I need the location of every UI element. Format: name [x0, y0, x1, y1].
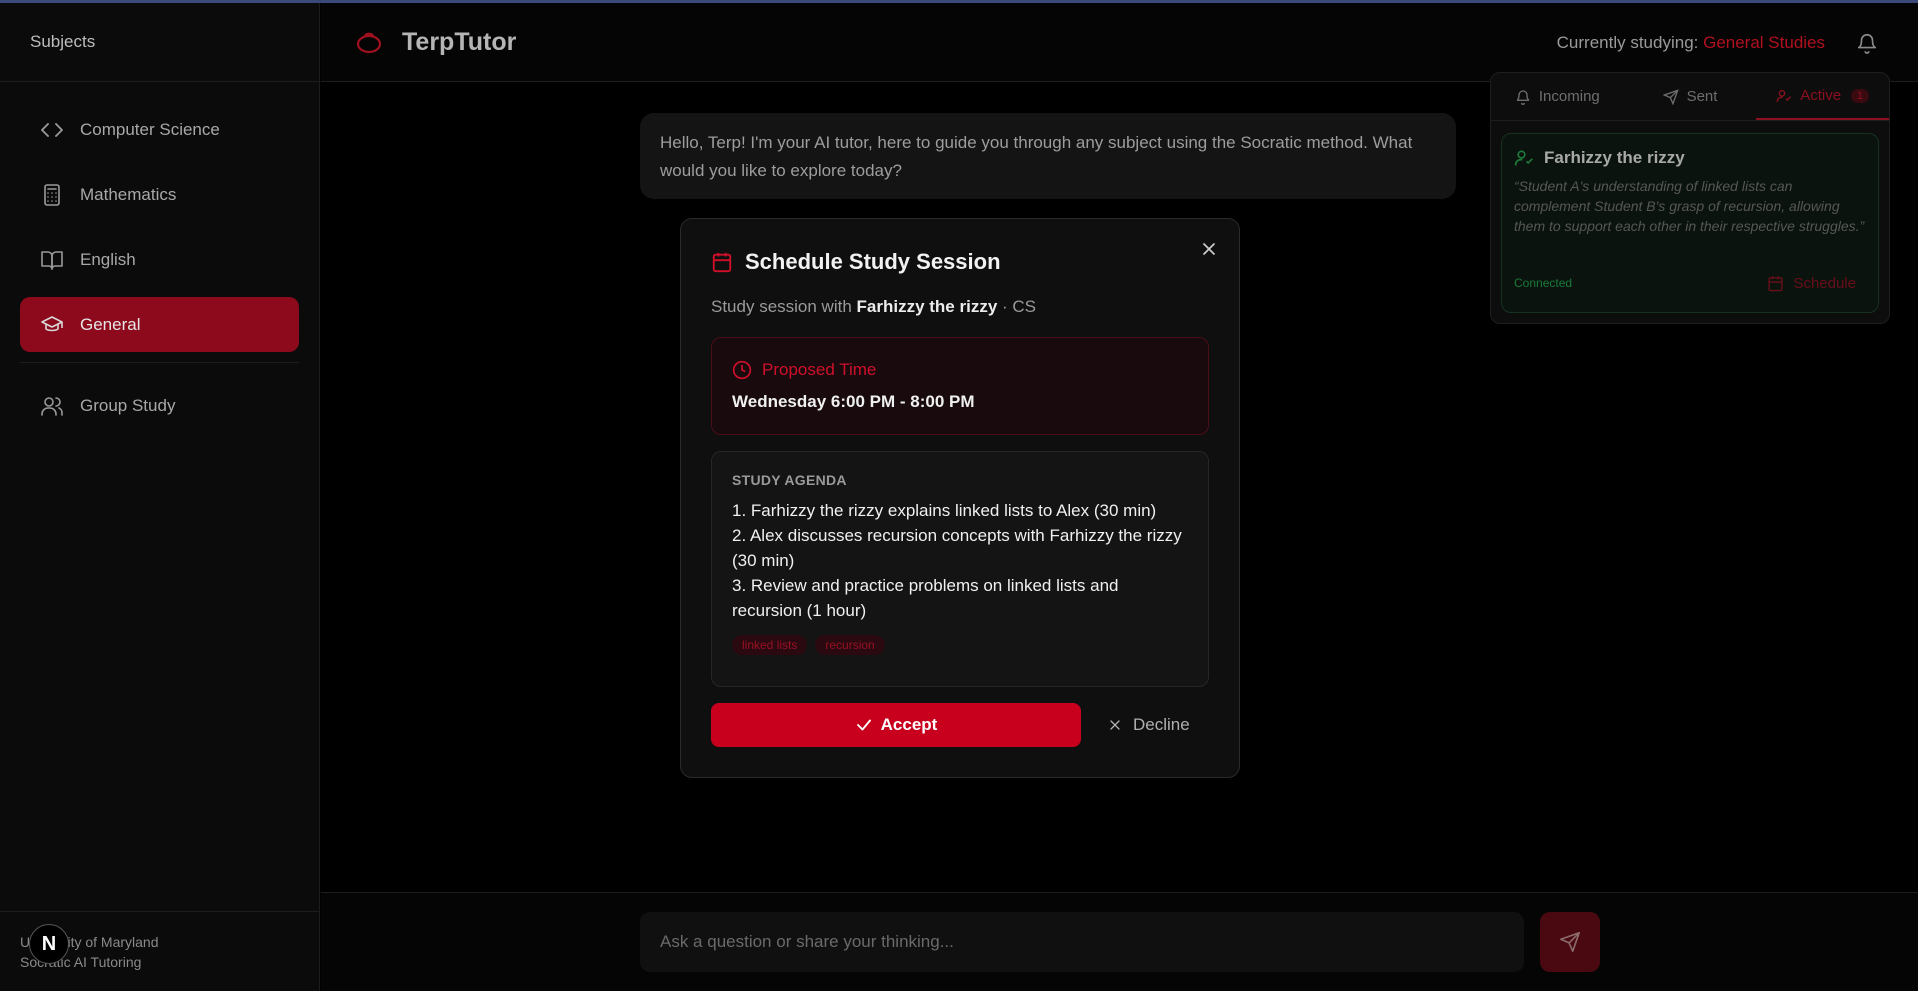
agenda-list: 1. Farhizzy the rizzy explains linked li… — [732, 498, 1188, 623]
agenda-item: 1. Farhizzy the rizzy explains linked li… — [732, 501, 1157, 520]
proposed-time-value: Wednesday 6:00 PM - 8:00 PM — [732, 392, 975, 411]
logo-icon — [354, 27, 384, 57]
tab-active[interactable]: Active 1 — [1756, 73, 1890, 120]
decline-button[interactable]: Decline — [1107, 715, 1190, 735]
close-icon[interactable] — [1199, 239, 1219, 259]
graduation-cap-icon — [40, 313, 64, 337]
topic-tag: recursion — [815, 635, 885, 655]
close-icon — [1107, 717, 1123, 733]
proposed-time-label-row: Proposed Time — [732, 360, 1188, 380]
study-agenda-box: STUDY AGENDA 1. Farhizzy the rizzy expla… — [711, 451, 1209, 687]
schedule-session-modal: Schedule Study Session Study session wit… — [680, 218, 1240, 778]
match-name: Farhizzy the rizzy — [1544, 148, 1685, 167]
subject-nav: Computer Science Mathematics English Gen… — [0, 82, 319, 433]
sidebar-item-group-study[interactable]: Group Study — [20, 378, 299, 433]
topic-tag: linked lists — [732, 635, 808, 655]
session-partner-line: Study session with Farhizzy the rizzy · … — [711, 297, 1209, 317]
calendar-icon — [711, 251, 733, 273]
sidebar: Subjects Computer Science Mathematics En… — [0, 3, 320, 991]
sidebar-item-label: English — [80, 249, 136, 269]
match-status: Connected — [1514, 276, 1573, 290]
user-check-icon — [1514, 148, 1534, 168]
match-card: Farhizzy the rizzy “Student A's understa… — [1501, 133, 1879, 313]
decline-label: Decline — [1133, 715, 1190, 734]
clock-icon — [732, 360, 752, 380]
proposed-time-label: Proposed Time — [762, 360, 877, 379]
send-button[interactable] — [1540, 912, 1600, 972]
chat-input[interactable] — [640, 912, 1524, 972]
sidebar-item-computer-science[interactable]: Computer Science — [20, 102, 299, 157]
book-icon — [40, 248, 64, 272]
modal-actions: Accept Decline — [711, 703, 1209, 747]
sidebar-item-mathematics[interactable]: Mathematics — [20, 167, 299, 222]
tab-label: Incoming — [1538, 88, 1600, 105]
tab-sent[interactable]: Sent — [1624, 73, 1757, 120]
agenda-item: 3. Review and practice problems on linke… — [732, 576, 1119, 620]
modal-title-row: Schedule Study Session — [711, 249, 1209, 275]
users-icon — [40, 394, 64, 418]
send-icon — [1559, 931, 1581, 953]
schedule-button[interactable]: Schedule — [1767, 275, 1856, 292]
partner-prefix: Study session with — [711, 297, 857, 316]
tab-label: Active — [1800, 87, 1842, 104]
match-reason: “Student A's understanding of linked lis… — [1514, 178, 1865, 234]
sidebar-item-label: Group Study — [80, 395, 176, 415]
sidebar-item-label: Mathematics — [80, 184, 177, 204]
sidebar-item-label: General — [80, 314, 141, 334]
check-icon — [855, 716, 873, 734]
calendar-icon — [1767, 275, 1784, 292]
assistant-message: Hello, Terp! I'm your AI tutor, here to … — [640, 113, 1456, 199]
accept-button[interactable]: Accept — [711, 703, 1081, 747]
current-subject-indicator: Currently studying: General Studies — [1557, 33, 1825, 53]
header: TerpTutor Currently studying: General St… — [321, 3, 1918, 82]
tab-label: Sent — [1686, 88, 1718, 105]
nav-divider — [20, 362, 299, 363]
dev-badge[interactable]: N — [29, 924, 69, 964]
sidebar-item-label: Computer Science — [80, 119, 220, 139]
panel-tabs: Incoming Sent Active 1 — [1491, 73, 1890, 121]
partner-subject: · CS — [997, 297, 1037, 316]
studying-subject: General Studies — [1703, 33, 1825, 52]
agenda-item: 2. Alex discusses recursion concepts wit… — [732, 526, 1182, 570]
bell-icon — [1515, 89, 1531, 105]
agenda-heading: STUDY AGENDA — [732, 472, 847, 488]
topic-tags: linked lists recursion — [732, 635, 1188, 655]
schedule-label: Schedule — [1793, 275, 1856, 292]
user-check-icon — [1776, 88, 1792, 104]
sidebar-title: Subjects — [0, 3, 319, 82]
send-icon — [1662, 88, 1679, 105]
match-name-row: Farhizzy the rizzy — [1514, 148, 1866, 168]
active-count-badge: 1 — [1851, 88, 1870, 103]
calculator-icon — [40, 183, 64, 207]
sidebar-item-general[interactable]: General — [20, 297, 299, 352]
modal-title: Schedule Study Session — [745, 249, 1001, 274]
studying-label: Currently studying: — [1556, 33, 1704, 52]
accept-label: Accept — [880, 715, 938, 734]
code-icon — [40, 118, 64, 142]
bell-icon[interactable] — [1856, 32, 1878, 54]
study-requests-panel: Incoming Sent Active 1 Farhizzy the rizz… — [1490, 72, 1890, 324]
app-title: TerpTutor — [402, 27, 517, 56]
proposed-time-box: Proposed Time Wednesday 6:00 PM - 8:00 P… — [711, 337, 1209, 435]
partner-name: Farhizzy the rizzy — [856, 297, 998, 316]
sidebar-item-english[interactable]: English — [20, 232, 299, 287]
tab-incoming[interactable]: Incoming — [1491, 73, 1624, 120]
